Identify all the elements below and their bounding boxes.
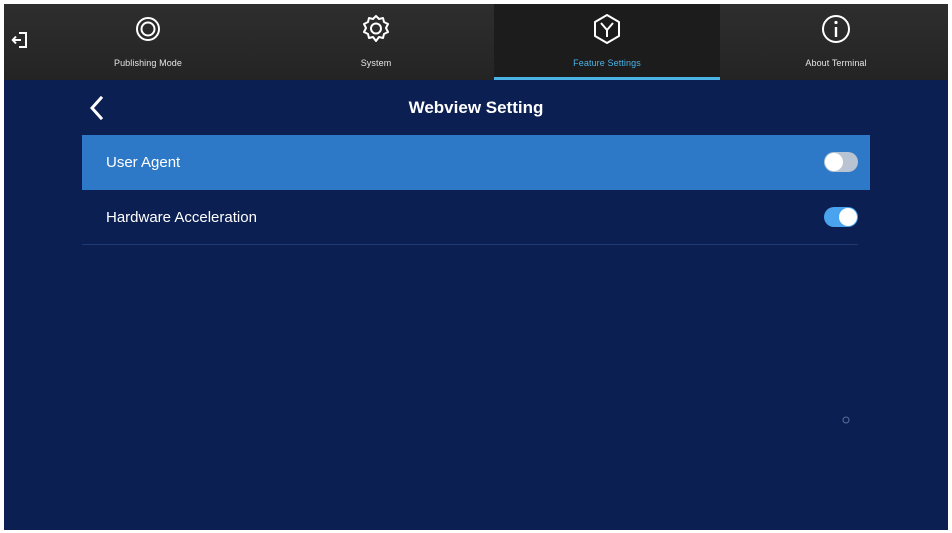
gear-icon bbox=[363, 15, 389, 42]
page-title: Webview Setting bbox=[408, 98, 544, 117]
page-header: Webview Setting bbox=[4, 80, 948, 136]
tab-label: About Terminal bbox=[805, 58, 867, 68]
setting-label: User Agent bbox=[106, 154, 181, 171]
tab-publishing-mode[interactable]: Publishing Mode bbox=[38, 4, 258, 80]
setting-row-user-agent[interactable]: User Agent bbox=[82, 135, 870, 190]
tab-feature-settings[interactable]: Feature Settings bbox=[494, 4, 720, 80]
user-agent-toggle[interactable] bbox=[824, 152, 858, 172]
info-icon bbox=[822, 15, 850, 43]
publishing-mode-icon bbox=[136, 17, 160, 41]
exit-icon bbox=[11, 32, 27, 48]
setting-row-hardware-acceleration[interactable]: Hardware Acceleration bbox=[82, 190, 870, 245]
cursor-icon bbox=[842, 416, 850, 424]
toggle-knob bbox=[839, 208, 857, 226]
row-divider bbox=[82, 244, 858, 245]
setting-label: Hardware Acceleration bbox=[106, 209, 257, 226]
exit-button[interactable] bbox=[8, 28, 32, 52]
settings-screen: Publishing Mode System Feature Settings bbox=[4, 4, 948, 530]
tab-label: Feature Settings bbox=[573, 58, 641, 68]
tab-about-terminal[interactable]: About Terminal bbox=[726, 4, 946, 80]
tab-system[interactable]: System bbox=[266, 4, 486, 80]
feature-settings-icon bbox=[594, 14, 620, 44]
top-nav-bar: Publishing Mode System Feature Settings bbox=[4, 4, 948, 80]
toggle-knob bbox=[825, 153, 843, 171]
hardware-acceleration-toggle[interactable] bbox=[824, 207, 858, 227]
tab-label: System bbox=[360, 58, 392, 68]
tab-label: Publishing Mode bbox=[113, 58, 183, 68]
